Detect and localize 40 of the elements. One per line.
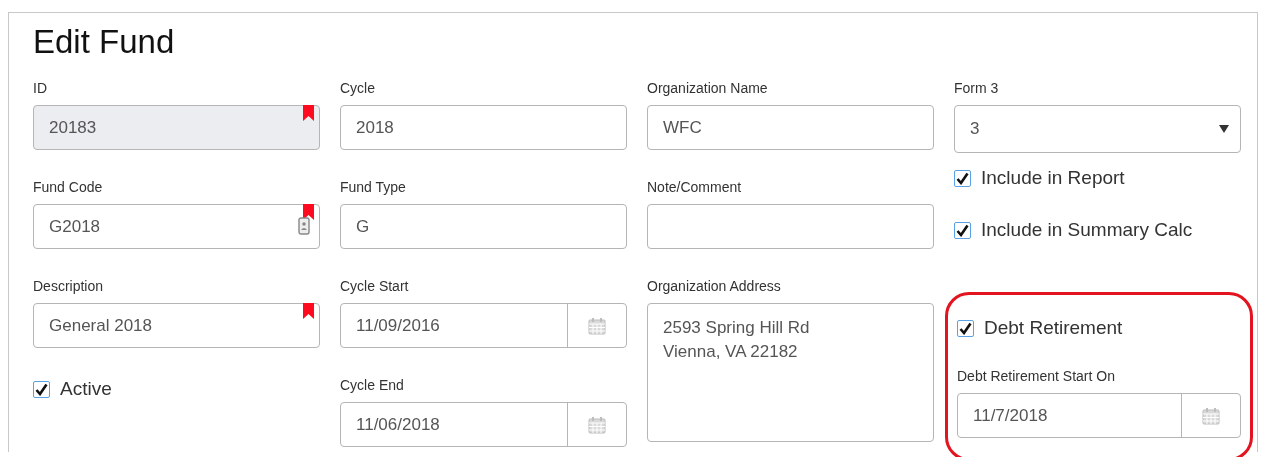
text-field[interactable]: General 2018 xyxy=(33,303,320,348)
field-label: Description xyxy=(33,278,104,295)
text-field[interactable]: G2018 xyxy=(33,204,320,249)
caret-icon xyxy=(1219,125,1229,133)
calendar-icon xyxy=(588,415,606,434)
text-field[interactable]: G xyxy=(340,204,627,249)
bookmark-icon xyxy=(303,105,314,121)
date-field[interactable]: 11/7/2018 xyxy=(957,393,1241,438)
field-label: Organization Address xyxy=(647,278,781,295)
field-label: Fund Type xyxy=(340,179,406,196)
text-field[interactable]: 2018 xyxy=(340,105,627,150)
checkbox-label: Active xyxy=(60,378,112,400)
field-label: Cycle End xyxy=(340,377,404,394)
checkbox-label: Include in Summary Calc xyxy=(981,219,1193,241)
field-label: Form 3 xyxy=(954,80,999,97)
field-label: ID xyxy=(33,80,47,97)
field-label: Cycle Start xyxy=(340,278,409,295)
field-label: Organization Name xyxy=(647,80,768,97)
contact-card-icon xyxy=(298,217,310,235)
bookmark-icon xyxy=(303,303,314,319)
text-field[interactable]: WFC xyxy=(647,105,934,150)
date-field[interactable]: 11/09/2016 xyxy=(340,303,627,348)
text-field[interactable] xyxy=(647,204,934,249)
field-label: Debt Retirement Start On xyxy=(957,368,1115,385)
checkbox[interactable] xyxy=(954,169,971,187)
page-title: Edit Fund xyxy=(33,23,176,61)
address-field[interactable]: 2593 Spring Hill Rd Vienna, VA 22182 xyxy=(647,303,934,442)
checkbox[interactable] xyxy=(33,380,50,398)
checkbox-label: Include in Report xyxy=(981,167,1125,189)
calendar-icon xyxy=(1202,406,1220,425)
field-label: Cycle xyxy=(340,80,375,97)
field-label: Note/Comment xyxy=(647,179,742,196)
field-label: Fund Code xyxy=(33,179,103,196)
bookmark-icon xyxy=(303,204,314,220)
select-field[interactable]: 3 xyxy=(954,105,1241,153)
checkbox[interactable] xyxy=(957,319,974,337)
checkbox[interactable] xyxy=(954,221,971,239)
calendar-icon xyxy=(588,316,606,335)
date-field[interactable]: 11/06/2018 xyxy=(340,402,627,447)
checkbox-label: Debt Retirement xyxy=(984,317,1123,339)
